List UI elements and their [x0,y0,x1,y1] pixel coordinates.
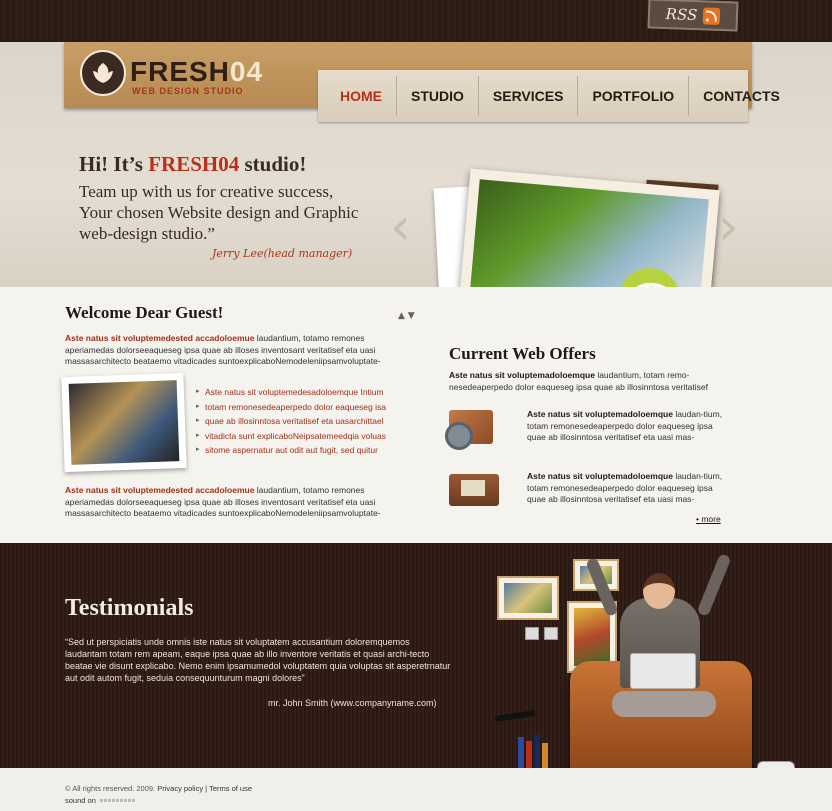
welcome-link[interactable]: totam remonesedeaperpedo dolor eaqueseg … [196,400,386,415]
desk-lamp-icon [494,710,536,722]
offer-item: Aste natus sit voluptemadoloemque laudan… [527,471,727,506]
welcome-p1-bold[interactable]: Aste natus sit voluptemedested accadoloe… [65,333,254,343]
box-gear-icon [445,404,501,450]
woman-arm [696,553,732,617]
wall-socket-icon [525,627,539,640]
welcome-title: Welcome Dear Guest! [65,303,224,322]
logo-number: 04 [229,56,264,87]
testimonials-section: Testimonials “Sed ut perspiciatis unde o… [0,543,832,802]
testimonial-author: mr. John Smith (www.companyname.com) [268,698,437,708]
rss-icon [702,6,721,25]
woman-head [643,573,675,609]
nav-studio[interactable]: STUDIO [397,76,479,116]
footer-copyright: © All rights reserved. 2009. Privacy pol… [65,784,252,793]
offers-intro: Aste natus sit voluptemadoloemque laudan… [449,370,729,393]
hero-brand-word: FRESH [148,152,219,176]
welcome-link[interactable]: sitome aspernatur aut odit aut fugit, se… [196,443,386,458]
sound-label: sound on [65,796,96,805]
woman-legs [612,691,716,717]
hero-brand-number: 04 [218,152,240,176]
nav-contacts[interactable]: CONTACTS [689,76,794,116]
logo-wordmark[interactable]: FRESH04 [130,56,263,88]
nav-portfolio[interactable]: PORTFOLIO [578,76,690,116]
footer: © All rights reserved. 2009. Privacy pol… [0,768,832,811]
welcome-paragraph-2: Aste natus sit voluptemedested accadoloe… [65,485,393,520]
logo-name: FRESH [130,56,230,87]
arrow-down-icon[interactable]: ▼ [408,311,415,321]
briefcase-icon [449,466,501,512]
welcome-link[interactable]: vitadicta sunt explicaboNeipsatemeedqia … [196,429,386,444]
welcome-photo[interactable] [61,372,187,473]
hero-section: FRESH04 WEB DESIGN STUDIO HOME STUDIO SE… [0,42,832,378]
leaf-logo-icon[interactable] [80,50,126,96]
rss-button[interactable]: RSS [647,0,739,32]
offers-title: Current Web Offers [449,344,596,363]
hero-title-suffix: studio! [239,152,307,176]
terms-link[interactable]: Terms of use [209,784,252,793]
laptop-icon [630,653,696,689]
welcome-link[interactable]: Aste natus sit voluptemedesadoloemque In… [196,385,386,400]
hero-text: Team up with us for creative success, Yo… [79,182,359,243]
sound-toggle[interactable]: sound on [65,796,135,805]
offers-intro-bold: Aste natus sit voluptemadoloemque [449,370,595,380]
more-link[interactable]: more [696,514,720,524]
welcome-paragraph-1: Aste natus sit voluptemedested accadoloe… [65,333,393,368]
hero-signature: Jerry Lee(head manager) [212,247,353,260]
nav-home[interactable]: HOME [326,76,397,116]
chevron-right-icon[interactable]: › [718,201,748,253]
chevron-left-icon[interactable]: ‹ [390,201,420,253]
offer-item-bold: Aste natus sit voluptemadoloemque [527,409,673,419]
wall-socket-icon [544,627,558,640]
privacy-link[interactable]: Privacy policy [157,784,203,793]
rss-label: RSS [665,5,698,25]
offer-item-bold: Aste natus sit voluptemadoloemque [527,471,673,481]
hero-title-prefix: Hi! It’s [79,152,149,176]
wall-photo-frame [497,576,559,620]
arrow-up-icon[interactable]: ▲ [398,311,405,321]
hero-title-brand: FRESH04 [148,152,239,176]
main-nav: HOME STUDIO SERVICES PORTFOLIO CONTACTS [318,70,780,122]
welcome-link[interactable]: quae ab illosinntosa veritatisef eta uas… [196,414,386,429]
welcome-photo-image [68,380,180,465]
welcome-p2-bold[interactable]: Aste natus sit voluptemedested accadoloe… [65,485,254,495]
testimonials-title: Testimonials [65,595,194,621]
welcome-links-list: Aste natus sit voluptemedesadoloemque In… [196,385,386,458]
hero-title: Hi! It’s FRESH04 studio! [79,152,306,177]
scroll-arrows[interactable]: ▲ ▼ [398,311,415,321]
nav-services[interactable]: SERVICES [479,76,579,116]
testimonial-quote: “Sed ut perspiciatis unde omnis iste nat… [65,637,451,683]
books-icon [518,733,556,773]
offer-item: Aste natus sit voluptemadoloemque laudan… [527,409,727,444]
sound-level-bar[interactable] [99,799,135,802]
logo-tagline: WEB DESIGN STUDIO [132,86,244,96]
copyright-text: © All rights reserved. 2009. [65,784,156,793]
content-section: Welcome Dear Guest! ▲ ▼ Aste natus sit v… [0,287,832,543]
